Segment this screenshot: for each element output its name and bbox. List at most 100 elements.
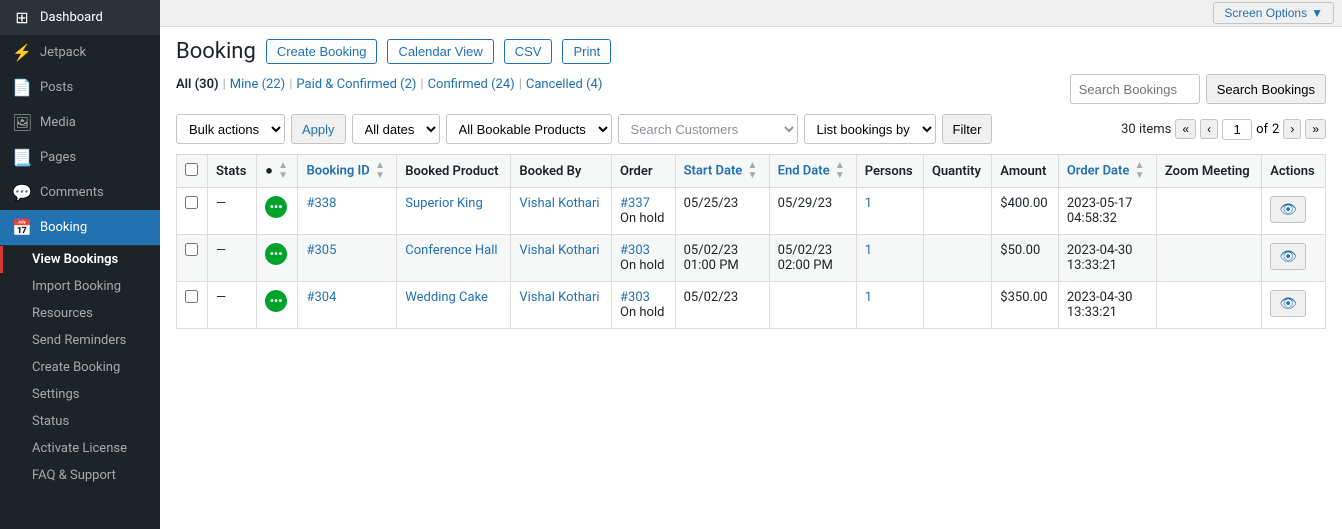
sidebar-item-create-booking[interactable]: Create Booking [0,354,160,381]
jetpack-icon: ⚡ [12,43,32,62]
toolbar-row: Bulk actions Apply All dates All Bookabl… [176,114,1326,144]
sidebar-item-label: Media [40,115,76,130]
sidebar-item-activate-license[interactable]: Activate License [0,435,160,462]
pages-icon: 📃 [12,148,32,167]
col-start-date[interactable]: Start Date ▲▼ [675,155,769,188]
sidebar-item-jetpack[interactable]: ⚡ Jetpack [0,35,160,70]
screen-options-bar: Screen Options ▼ [160,0,1342,27]
apply-button[interactable]: Apply [291,114,346,144]
sidebar-nav: ⊞ Dashboard ⚡ Jetpack 📄 Posts 🖼 Media 📃 … [0,0,160,489]
bulk-actions-select[interactable]: Bulk actions [176,114,285,144]
sidebar-item-import-booking[interactable]: Import Booking [0,273,160,300]
page-content: Booking Create Booking Calendar View CSV… [160,27,1342,529]
col-quantity: Quantity [923,155,991,188]
row-stats: — [208,282,257,329]
row-booking-id: #304 [298,282,397,329]
sidebar-item-resources[interactable]: Resources [0,300,160,327]
activate-license-label: Activate License [32,441,127,456]
table-header-row: Stats ● ▲▼ Booking ID ▲▼ Booked Product [177,155,1326,188]
row-booking-id: #338 [298,188,397,235]
sidebar-item-view-bookings[interactable]: View Bookings [0,246,160,273]
products-select[interactable]: All Bookable Products [446,114,612,144]
sidebar-item-settings[interactable]: Settings [0,381,160,408]
last-page-button[interactable]: » [1305,119,1326,139]
col-order: Order [612,155,676,188]
view-booking-button[interactable]: 👁 [1270,243,1306,270]
row-booked-by: Vishal Kothari [511,282,612,329]
filter-button[interactable]: Filter [942,114,993,144]
sidebar-item-faq-support[interactable]: FAQ & Support [0,462,160,489]
view-booking-button[interactable]: 👁 [1270,196,1306,223]
col-end-date[interactable]: End Date ▲▼ [769,155,856,188]
pagination: 30 items « ‹ of 2 › » [1121,119,1326,140]
sidebar-item-status[interactable]: Status [0,408,160,435]
row-booked-by: Vishal Kothari [511,235,612,282]
sidebar-item-label: Comments [40,185,104,200]
customers-select[interactable]: Search Customers [618,114,798,144]
row-status-icon: ••• [257,188,298,235]
send-reminders-label: Send Reminders [32,333,126,348]
screen-options-button[interactable]: Screen Options ▼ [1213,2,1334,24]
posts-icon: 📄 [12,78,32,97]
row-stats: — [208,235,257,282]
page-number-input[interactable] [1222,119,1252,140]
prev-page-button[interactable]: ‹ [1200,119,1218,139]
row-end-date [769,282,856,329]
sidebar-sub-section: View Bookings Import Booking Resources S… [0,245,160,489]
tab-all[interactable]: All (30) [176,77,219,92]
row-status-icon: ••• [257,282,298,329]
print-button[interactable]: Print [562,39,611,64]
screen-options-arrow: ▼ [1311,6,1323,20]
sidebar-item-label: Booking [40,220,87,235]
col-status-icon: ● ▲▼ [257,155,298,188]
filter-search-row: All (30) | Mine (22) | Paid & Confirmed … [176,74,1326,104]
tab-paid-confirmed[interactable]: Paid & Confirmed (2) [296,77,416,92]
select-all-checkbox[interactable] [185,163,198,176]
sidebar-item-comments[interactable]: 💬 Comments [0,175,160,210]
csv-button[interactable]: CSV [504,39,553,64]
row-booked-product: Superior King [397,188,511,235]
row-end-date: 05/29/23 [769,188,856,235]
page-total: 2 [1272,122,1279,137]
row-order-date: 2023-04-3013:33:21 [1058,282,1156,329]
faq-support-label: FAQ & Support [32,468,116,483]
row-persons: 1 [856,282,923,329]
sidebar-item-dashboard[interactable]: ⊞ Dashboard [0,0,160,35]
row-actions: 👁 [1262,188,1326,235]
row-order-date: 2023-05-1704:58:32 [1058,188,1156,235]
list-bookings-by-select[interactable]: List bookings by [804,114,936,144]
row-quantity [923,188,991,235]
sidebar-item-pages[interactable]: 📃 Pages [0,140,160,175]
row-actions: 👁 [1262,235,1326,282]
row-end-date: 05/02/2302:00 PM [769,235,856,282]
dates-select[interactable]: All dates [352,114,440,144]
view-booking-button[interactable]: 👁 [1270,290,1306,317]
col-zoom-meeting: Zoom Meeting [1156,155,1261,188]
tab-cancelled[interactable]: Cancelled (4) [526,77,602,92]
create-booking-button[interactable]: Create Booking [266,39,378,64]
row-order: #303On hold [612,282,676,329]
calendar-view-button[interactable]: Calendar View [387,39,493,64]
search-bookings-input[interactable] [1070,74,1200,104]
table-row: — ••• #338 Superior King Vishal Kothari … [177,188,1326,235]
tab-confirmed[interactable]: Confirmed (24) [428,77,515,92]
sidebar-item-send-reminders[interactable]: Send Reminders [0,327,160,354]
sidebar-item-booking[interactable]: 📅 Booking [0,210,160,245]
col-booking-id[interactable]: Booking ID ▲▼ [298,155,397,188]
sidebar-item-posts[interactable]: 📄 Posts [0,70,160,105]
sidebar-item-media[interactable]: 🖼 Media [0,105,160,140]
items-count: 30 items [1121,122,1171,137]
first-page-button[interactable]: « [1175,119,1196,139]
row-booked-by: Vishal Kothari [511,188,612,235]
row-start-date: 05/25/23 [675,188,769,235]
tab-mine[interactable]: Mine (22) [230,77,285,92]
next-page-button[interactable]: › [1283,119,1301,139]
main-content: Screen Options ▼ Booking Create Booking … [160,0,1342,529]
row-start-date: 05/02/2301:00 PM [675,235,769,282]
row-quantity [923,235,991,282]
search-bookings-button[interactable]: Search Bookings [1206,74,1326,104]
col-order-date[interactable]: Order Date ▲▼ [1058,155,1156,188]
filter-tabs: All (30) | Mine (22) | Paid & Confirmed … [176,77,602,92]
page-of: of [1256,122,1268,137]
row-booking-id: #305 [298,235,397,282]
